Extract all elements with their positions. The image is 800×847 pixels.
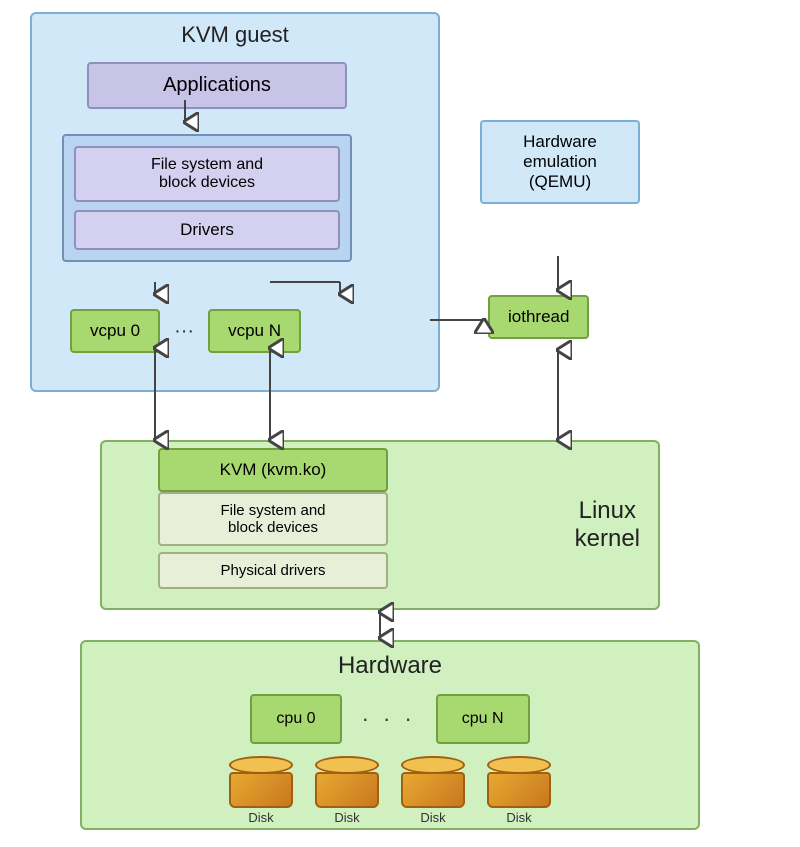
cpuN-box: cpu N: [436, 694, 530, 744]
cpu-dots: · · ·: [362, 706, 416, 732]
vcpuN-box: vcpu N: [208, 309, 301, 353]
disk-2-body: [315, 772, 379, 808]
disk-4-label: Disk: [506, 810, 531, 825]
vcpu0-label: vcpu 0: [90, 321, 140, 340]
kernel-inner: File system andblock devices Physical dr…: [158, 492, 388, 589]
kvm-ko-label: KVM (kvm.ko): [220, 460, 327, 479]
guest-fs-block-box: File system andblock devices: [74, 146, 340, 202]
hardware-box: Hardware cpu 0 · · · cpu N Disk Disk: [80, 640, 700, 830]
disk-3: Disk: [401, 756, 465, 825]
cpuN-label: cpu N: [462, 710, 504, 727]
kvm-guest-box: KVM guest Applications File system andbl…: [30, 12, 440, 392]
disk-1-top: [229, 756, 293, 774]
cpu0-box: cpu 0: [250, 694, 341, 744]
disk-row: Disk Disk Disk Disk: [82, 756, 698, 825]
vcpu0-box: vcpu 0: [70, 309, 160, 353]
phys-drivers-box: Physical drivers: [158, 552, 388, 589]
linux-kernel-title: Linuxkernel: [575, 497, 640, 553]
disk-2: Disk: [315, 756, 379, 825]
disk-4-top: [487, 756, 551, 774]
disk-1-body: [229, 772, 293, 808]
vcpu-row: vcpu 0 ··· vcpu N: [70, 309, 301, 353]
drivers-label: Drivers: [180, 220, 234, 239]
cpu0-label: cpu 0: [276, 710, 315, 727]
hw-emulation-box: Hardwareemulation(QEMU): [480, 120, 640, 204]
applications-box: Applications: [87, 62, 347, 109]
iothread-box: iothread: [488, 295, 589, 339]
hw-emulation-label: Hardwareemulation(QEMU): [523, 132, 597, 191]
drivers-box: Drivers: [74, 210, 340, 250]
applications-label: Applications: [163, 74, 271, 96]
disk-4-body: [487, 772, 551, 808]
guest-fs-label: File system andblock devices: [151, 156, 263, 191]
kernel-fs-label: File system andblock devices: [220, 502, 325, 536]
disk-2-label: Disk: [334, 810, 359, 825]
disk-4: Disk: [487, 756, 551, 825]
cpu-row: cpu 0 · · · cpu N: [82, 694, 698, 744]
kvm-guest-title: KVM guest: [32, 14, 438, 52]
disk-3-label: Disk: [420, 810, 445, 825]
hardware-title: Hardware: [82, 642, 698, 686]
disk-3-body: [401, 772, 465, 808]
kvm-ko-box: KVM (kvm.ko): [158, 448, 388, 492]
kernel-fs-box: File system andblock devices: [158, 492, 388, 546]
phys-drivers-label: Physical drivers: [220, 562, 325, 579]
inner-blue-box: File system andblock devices Drivers: [62, 134, 352, 262]
vcpu-dots: ···: [168, 320, 200, 343]
diagram: KVM guest Applications File system andbl…: [0, 0, 800, 847]
vcpuN-label: vcpu N: [228, 321, 281, 340]
disk-1-label: Disk: [248, 810, 273, 825]
disk-2-top: [315, 756, 379, 774]
disk-1: Disk: [229, 756, 293, 825]
iothread-label: iothread: [508, 307, 569, 326]
disk-3-top: [401, 756, 465, 774]
